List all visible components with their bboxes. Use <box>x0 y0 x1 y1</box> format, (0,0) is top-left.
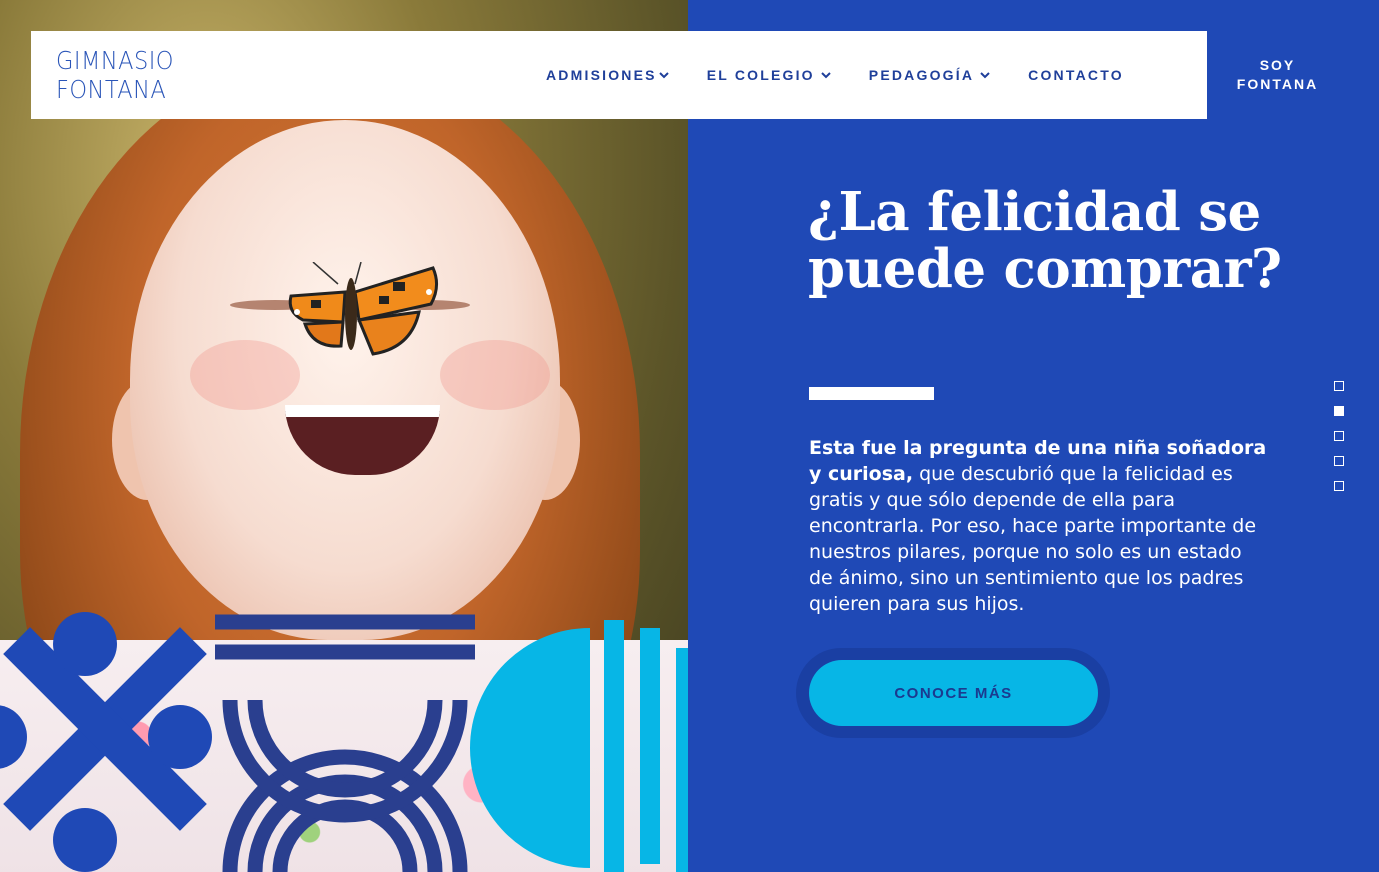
butterfly-image <box>288 262 438 356</box>
brand-line-2: FONTANA <box>56 75 167 104</box>
hero-body: Esta fue la pregunta de una niña soñador… <box>809 435 1269 617</box>
nav-label: EL COLEGIO <box>706 67 815 83</box>
pager-dot-4[interactable] <box>1334 456 1344 466</box>
soy-fontana-button[interactable]: SOY FONTANA <box>1207 31 1348 119</box>
nav-item-contacto[interactable]: CONTACTO <box>1028 67 1124 83</box>
chevron-down-icon <box>658 72 669 79</box>
chevron-down-icon <box>980 72 990 79</box>
pager-dot-1[interactable] <box>1334 381 1344 391</box>
decorative-shapes <box>0 612 688 872</box>
main-nav: ADMISIONES EL COLEGIO PEDAGOGÍA CONTACTO <box>546 31 1162 119</box>
nav-label: PEDAGOGÍA <box>868 67 975 83</box>
pager-dot-2[interactable] <box>1334 406 1344 416</box>
nav-label: CONTACTO <box>1028 67 1124 83</box>
top-navbar: GIMNASIO FONTANA ADMISIONES EL COLEGIO P… <box>31 31 1207 119</box>
cta-line-1: SOY <box>1259 57 1296 73</box>
chevron-down-icon <box>821 72 831 79</box>
hero-photo <box>0 0 688 872</box>
brand-line-1: GIMNASIO <box>56 46 174 75</box>
nav-item-pedagogia[interactable]: PEDAGOGÍA <box>869 67 990 83</box>
cta-line-2: FONTANA <box>1236 76 1319 92</box>
hero-title: ¿La felicidad se puede comprar? <box>808 181 1282 300</box>
title-underline <box>809 387 934 400</box>
pager-dot-3[interactable] <box>1334 431 1344 441</box>
cheek-right <box>440 340 550 410</box>
brand-logo[interactable]: GIMNASIO FONTANA <box>56 46 226 106</box>
slide-pager <box>1334 381 1346 506</box>
hero-body-rest: que descubrió que la felicidad es gratis… <box>809 463 1257 615</box>
pager-dot-5[interactable] <box>1334 481 1344 491</box>
nav-label: ADMISIONES <box>546 67 657 83</box>
nav-item-el-colegio[interactable]: EL COLEGIO <box>707 67 831 83</box>
nav-item-admisiones[interactable]: ADMISIONES <box>546 67 669 83</box>
conoce-mas-button[interactable]: CONOCE MÁS <box>809 660 1098 726</box>
